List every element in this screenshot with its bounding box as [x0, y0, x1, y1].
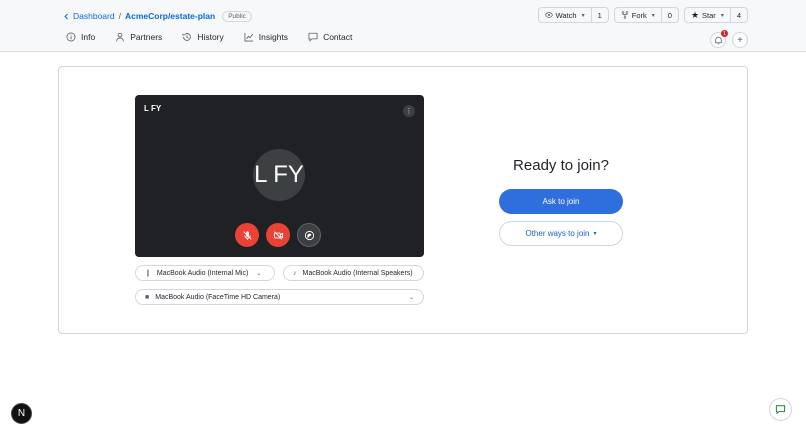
add-button[interactable]: + — [732, 32, 748, 48]
tab-label: Partners — [130, 32, 163, 42]
microphone-select-label: MacBook Audio (Internal Mic) — [156, 269, 249, 277]
chat-bubble-icon — [775, 405, 786, 415]
notifications-button[interactable]: 1 — [710, 30, 728, 48]
tab-label: History — [197, 32, 224, 42]
bell-icon — [714, 36, 722, 44]
join-title: Ready to join? — [513, 157, 609, 174]
repo-header: Dashboard / AcmeCorp/estate-plan Public … — [0, 0, 806, 52]
microphone-toggle-button[interactable] — [235, 223, 259, 247]
tab-label: Insights — [258, 32, 289, 42]
star-icon: ★ — [690, 9, 700, 20]
camera-select-label: MacBook Audio (FaceTime HD Camera) — [155, 293, 281, 301]
tab-label: Contact — [323, 32, 353, 42]
back-link-label: Dashboard — [73, 11, 115, 21]
camera-toggle-button[interactable] — [266, 223, 290, 247]
repo-actions: Watch ▾ 1 Fork ▾ 0 ★ Star ▾ 4 — [537, 7, 748, 23]
speaker-select[interactable]: ♪ MacBook Audio (Internal Speakers) — [283, 265, 424, 281]
participant-name: L FY — [144, 104, 162, 113]
watch-label: Watch — [555, 10, 577, 20]
avatar: L FY — [253, 149, 305, 201]
breadcrumb-separator: / — [118, 11, 121, 21]
fork-count[interactable]: 0 — [662, 8, 678, 22]
mic-off-icon — [242, 230, 252, 240]
other-ways-to-join-button[interactable]: Other ways to join ▾ — [499, 221, 623, 246]
person-icon — [116, 32, 125, 42]
other-ways-label: Other ways to join — [525, 229, 590, 238]
tab-contact[interactable]: Contact — [308, 32, 352, 42]
notification-count-badge: 1 — [721, 30, 728, 37]
chevron-left-icon — [64, 13, 68, 19]
breadcrumb: Dashboard / AcmeCorp/estate-plan Public — [63, 9, 252, 23]
repo-name-link[interactable]: AcmeCorp/estate-plan — [125, 11, 215, 21]
history-icon — [182, 33, 192, 41]
join-panel: Ready to join? Ask to join Other ways to… — [499, 157, 623, 246]
star-count[interactable]: 4 — [731, 8, 747, 22]
framework-badge[interactable]: N — [11, 403, 32, 424]
more-options-icon[interactable]: ⋮ — [403, 105, 415, 117]
watch-button-group: Watch ▾ 1 — [537, 7, 609, 23]
camera-select[interactable]: ■ MacBook Audio (FaceTime HD Camera) ⌄ — [135, 289, 424, 305]
tab-partners[interactable]: Partners — [115, 32, 162, 42]
eye-icon — [544, 12, 553, 18]
info-icon — [66, 32, 76, 42]
repo-tabs: Info Partners History Insights Contact — [66, 32, 352, 42]
tab-history[interactable]: History — [182, 32, 224, 42]
chevron-down-icon: ▾ — [581, 12, 585, 19]
mic-icon: ❙ — [145, 270, 151, 277]
watch-button[interactable]: Watch ▾ — [539, 8, 592, 22]
chat-button[interactable] — [769, 398, 792, 421]
ask-to-join-button[interactable]: Ask to join — [499, 189, 623, 214]
microphone-select[interactable]: ❙ MacBook Audio (Internal Mic) ⌄ — [135, 265, 275, 281]
media-controls — [235, 223, 321, 247]
speaker-select-label: MacBook Audio (Internal Speakers) — [302, 269, 413, 277]
chat-icon — [308, 32, 318, 42]
fork-label: Fork — [631, 10, 647, 20]
watch-count[interactable]: 1 — [592, 8, 608, 22]
video-camera-icon: ■ — [145, 293, 150, 301]
video-preview: L FY ⋮ L FY — [135, 95, 424, 257]
header-icons: 1 + — [710, 30, 748, 48]
back-link[interactable]: Dashboard — [63, 11, 115, 21]
star-button-group: ★ Star ▾ 4 — [683, 7, 748, 23]
speaker-icon: ♪ — [293, 269, 297, 277]
tab-label: Info — [81, 32, 96, 42]
effects-icon — [304, 230, 314, 240]
chevron-down-icon: ▾ — [651, 12, 655, 19]
caret-down-icon: ▾ — [593, 231, 597, 237]
meeting-card: L FY ⋮ L FY ❙ MacBook Audio (Internal Mi… — [58, 66, 748, 334]
visibility-badge: Public — [222, 10, 252, 22]
graph-icon — [244, 32, 253, 42]
chevron-down-icon: ⌄ — [256, 270, 262, 277]
plus-icon: + — [737, 34, 743, 46]
tab-info[interactable]: Info — [66, 32, 95, 42]
chevron-down-icon: ⌄ — [408, 294, 414, 301]
fork-button[interactable]: Fork ▾ — [615, 8, 662, 22]
star-button[interactable]: ★ Star ▾ — [685, 8, 731, 22]
chevron-down-icon: ▾ — [720, 12, 724, 19]
tab-insights[interactable]: Insights — [244, 32, 288, 42]
effects-button[interactable] — [297, 223, 321, 247]
star-label: Star — [702, 10, 716, 20]
fork-icon — [621, 11, 629, 19]
fork-button-group: Fork ▾ 0 — [613, 7, 679, 23]
camera-off-icon — [273, 230, 283, 240]
